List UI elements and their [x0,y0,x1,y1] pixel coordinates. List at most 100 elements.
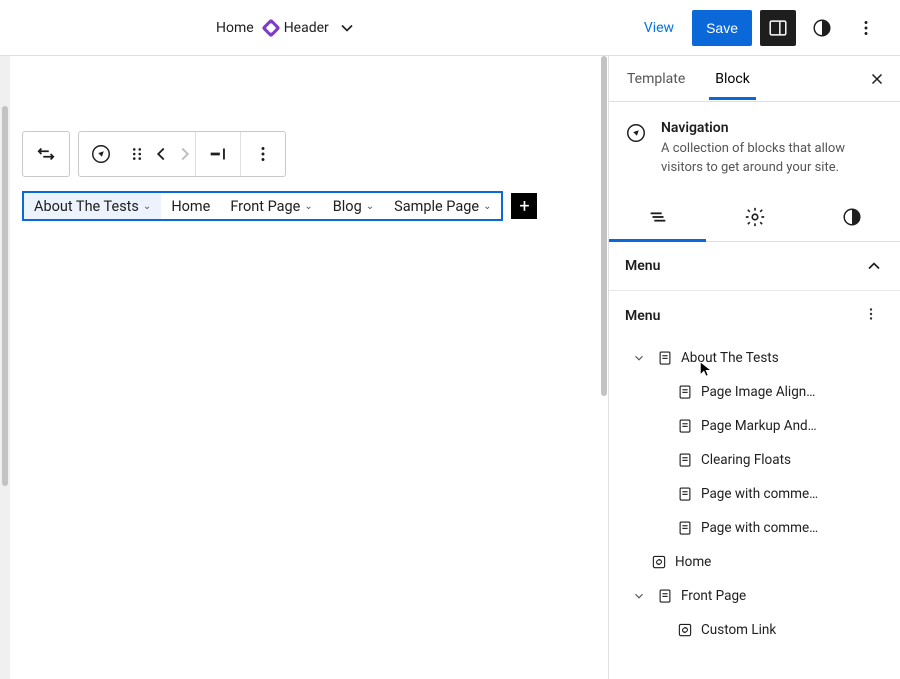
top-bar: Home Header View Save [0,0,900,56]
tree-item[interactable]: Page with comme… [617,511,894,545]
panel-menu-toggle[interactable]: Menu [609,242,900,291]
justify-icon [207,143,229,165]
add-block-button[interactable]: + [511,193,537,219]
compass-icon [90,143,112,165]
tree-item[interactable]: Home [617,545,894,579]
chevron-right-icon [174,143,196,165]
swap-icon [35,143,57,165]
nav-item-label: Blog [333,198,362,215]
panel-menu-title: Menu [625,258,660,274]
menu-options-button[interactable] [858,301,884,331]
block-title: Navigation [661,120,884,136]
navigation-tree: About The Tests Page Image Align… Page Mar… [609,337,900,667]
subtab-settings[interactable] [706,194,803,241]
page-icon [675,382,695,402]
link-icon [675,620,695,640]
tree-item[interactable]: Page Image Align… [617,375,894,409]
sidebar-tabs: Template Block [609,56,900,102]
contrast-icon [811,17,833,39]
block-toolbar [22,131,586,177]
panel-icon [767,17,789,39]
menu-name-row: Menu [609,291,900,337]
more-menu[interactable] [848,10,884,46]
page-icon [675,450,695,470]
tree-item[interactable]: Page with comme… [617,477,894,511]
nav-item-label: Home [171,198,210,215]
tree-item-label: Front Page [681,588,746,604]
chevron-down-icon[interactable] [337,18,357,38]
more-vertical-icon [855,17,877,39]
block-description: A collection of blocks that allow visito… [661,140,884,178]
sidebar-scrollbar[interactable] [599,56,609,679]
nav-item-label: Front Page [230,198,300,215]
chevron-down-icon[interactable] [629,351,649,365]
nav-item[interactable]: Home [161,193,220,219]
tab-block[interactable]: Block [709,59,756,99]
menu-name: Menu [625,308,660,324]
tree-item-label: Page with comme… [701,520,818,536]
tree-item[interactable]: Page Markup And… [617,409,894,443]
chevron-down-icon: ⌄ [143,201,151,212]
page-icon [655,348,675,368]
chevron-down-icon[interactable] [629,589,649,603]
template-label: Header [284,20,329,36]
tree-item-label: Clearing Floats [701,452,791,468]
tree-item[interactable]: About The Tests [617,341,894,375]
page-icon [675,416,695,436]
document-breadcrumb: Home Header [216,18,357,38]
tree-item-label: Home [675,554,711,570]
nav-item-label: Sample Page [394,198,479,215]
canvas-scrollbar[interactable] [0,56,10,679]
view-link[interactable]: View [634,12,684,44]
subtab-styles[interactable] [803,194,900,241]
tree-item-label: Page Image Align… [701,384,815,400]
chevron-up-icon [864,256,884,276]
drag-handle[interactable] [123,132,151,176]
template-chip[interactable]: Header [262,19,329,37]
tree-item-label: About The Tests [681,350,779,366]
styles-toggle[interactable] [804,10,840,46]
nav-item[interactable]: Blog ⌄ [323,193,384,219]
list-view-icon [647,206,669,228]
close-sidebar-button[interactable] [866,68,888,90]
nav-item[interactable]: Sample Page ⌄ [384,193,501,219]
tree-item[interactable]: Clearing Floats [617,443,894,477]
chevron-down-icon: ⌄ [304,201,312,212]
subtab-list-view[interactable] [609,194,706,241]
tree-item[interactable]: Custom Link [617,613,894,647]
nav-item[interactable]: About The Tests ⌄ [24,193,161,219]
save-button[interactable]: Save [692,10,752,46]
close-icon [868,70,886,88]
contrast-icon [841,206,863,228]
settings-sidebar: Template Block Navigation A collection o… [608,56,900,679]
block-card: Navigation A collection of blocks that a… [609,102,900,194]
chevron-down-icon: ⌄ [483,201,491,212]
chevron-left-icon [150,143,172,165]
block-options-button[interactable] [241,132,285,176]
block-movers[interactable] [151,132,195,176]
top-actions: View Save [634,10,884,46]
parent-block-button[interactable] [23,132,69,176]
more-vertical-icon [862,305,880,323]
template-part-icon [262,19,280,37]
compass-icon [625,122,647,144]
tree-item[interactable]: Front Page [617,579,894,613]
page-icon [675,518,695,538]
nav-item-label: About The Tests [34,198,139,215]
tab-template[interactable]: Template [621,59,691,99]
chevron-down-icon: ⌄ [366,201,374,212]
page-icon [675,484,695,504]
nav-item[interactable]: Front Page ⌄ [220,193,322,219]
more-vertical-icon [252,143,274,165]
tree-item-label: Custom Link [701,622,776,638]
editor-canvas[interactable]: About The Tests⌄HomeFront Page⌄Blog⌄Samp… [0,56,608,679]
page-icon [655,586,675,606]
tree-item-label: Page Markup And… [701,418,817,434]
breadcrumb-home[interactable]: Home [216,20,254,36]
block-type-button[interactable] [79,132,123,176]
settings-panel-toggle[interactable] [760,10,796,46]
justify-button[interactable] [196,132,240,176]
drag-icon [126,143,148,165]
link-icon [649,552,669,572]
navigation-block[interactable]: About The Tests⌄HomeFront Page⌄Blog⌄Samp… [22,191,586,221]
